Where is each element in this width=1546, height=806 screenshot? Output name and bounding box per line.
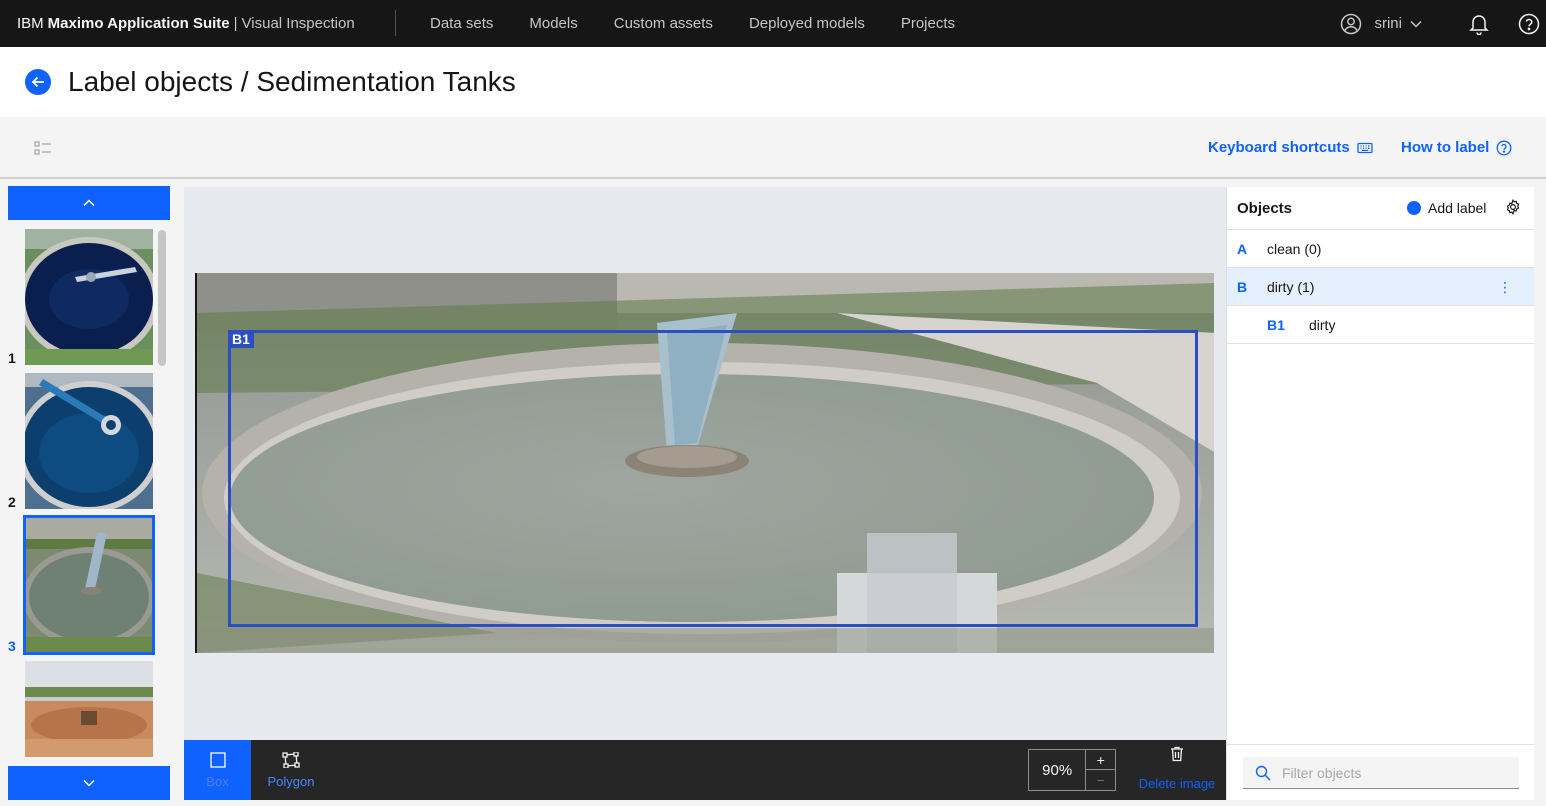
zoom-buttons: + − bbox=[1086, 750, 1115, 790]
filter-objects-field bbox=[1243, 757, 1519, 789]
top-nav: IBM Maximo Application Suite | Visual In… bbox=[0, 0, 1546, 47]
title-bar: Label objects / Sedimentation Tanks bbox=[0, 47, 1546, 117]
zoom-out-button[interactable]: − bbox=[1086, 770, 1115, 790]
keyboard-shortcuts-label: Keyboard shortcuts bbox=[1208, 139, 1350, 156]
thumbnail-image-1[interactable] bbox=[25, 229, 153, 365]
tank-photo-2 bbox=[25, 373, 153, 509]
object-name: dirty bbox=[1309, 316, 1336, 333]
brand-prefix: IBM bbox=[17, 15, 44, 32]
bounding-box-b1[interactable]: B1 bbox=[228, 330, 1198, 627]
thumbnail-number-2: 2 bbox=[8, 494, 16, 510]
delete-image-label: Delete image bbox=[1138, 776, 1216, 791]
tank-photo-1 bbox=[25, 229, 153, 365]
arrow-left-icon bbox=[31, 76, 44, 88]
object-key: B bbox=[1237, 278, 1248, 295]
back-button[interactable] bbox=[25, 69, 51, 95]
polygon-tool-label: Polygon bbox=[267, 773, 315, 789]
keyboard-icon bbox=[1357, 142, 1373, 153]
label-color-dot bbox=[1407, 201, 1421, 215]
trash-icon bbox=[1171, 746, 1183, 762]
polygon-tool-button[interactable]: Polygon bbox=[256, 740, 326, 800]
nav-item-deployed-models[interactable]: Deployed models bbox=[731, 0, 883, 47]
bell-icon bbox=[1469, 14, 1489, 35]
add-label-text: Add label bbox=[1428, 200, 1487, 216]
notification-button[interactable] bbox=[1468, 13, 1490, 35]
delete-image-button[interactable]: Delete image bbox=[1136, 746, 1218, 798]
box-tool-button[interactable]: Box bbox=[184, 740, 251, 800]
user-avatar-icon bbox=[1341, 13, 1362, 34]
nav-item-custom-assets[interactable]: Custom assets bbox=[596, 0, 731, 47]
tank-photo-3 bbox=[25, 517, 153, 653]
nav-item-projects[interactable]: Projects bbox=[883, 0, 973, 47]
overflow-menu-icon[interactable]: ⋮ bbox=[1498, 279, 1512, 296]
filter-objects-input[interactable] bbox=[1282, 764, 1502, 781]
help-icon bbox=[1518, 13, 1540, 34]
chevron-down-icon bbox=[83, 779, 95, 787]
thumbnail-image-2[interactable] bbox=[25, 373, 153, 509]
nav-divider bbox=[395, 10, 396, 36]
nav-item-data-sets[interactable]: Data sets bbox=[412, 0, 511, 47]
object-row-clean[interactable]: A clean (0) bbox=[1227, 230, 1534, 268]
brand-separator: | bbox=[233, 15, 238, 32]
object-name: clean (0) bbox=[1267, 240, 1322, 257]
add-label-button[interactable]: Add label bbox=[1407, 200, 1486, 216]
gear-icon bbox=[1506, 198, 1520, 216]
user-menu[interactable]: srini bbox=[1340, 13, 1434, 35]
nav-item-models[interactable]: Models bbox=[511, 0, 595, 47]
thumbnail-number-1: 1 bbox=[8, 350, 16, 366]
box-tool-label: Box bbox=[206, 773, 229, 789]
help-icon bbox=[1496, 140, 1512, 155]
object-name: dirty (1) bbox=[1267, 278, 1315, 295]
thumbnail-scroll-down-button[interactable] bbox=[8, 766, 170, 800]
chevron-down-icon bbox=[1410, 20, 1422, 28]
product-name: Visual Inspection bbox=[241, 15, 355, 32]
label-settings-button[interactable] bbox=[1505, 198, 1521, 220]
image-frame: B1 bbox=[195, 273, 1214, 653]
object-key: A bbox=[1237, 240, 1248, 257]
nav-right: srini bbox=[1340, 0, 1546, 47]
labeling-canvas[interactable]: B1 bbox=[184, 187, 1226, 740]
help-button[interactable] bbox=[1518, 13, 1540, 35]
thumbnail-image-4[interactable] bbox=[25, 661, 153, 757]
thumbnail-strip: 1 2 3 bbox=[0, 180, 180, 806]
object-key: B1 bbox=[1267, 316, 1285, 333]
object-row-dirty[interactable]: B dirty (1) ⋮ bbox=[1227, 268, 1534, 306]
thumbnail-number-3: 3 bbox=[8, 638, 16, 654]
zoom-in-button[interactable]: + bbox=[1086, 750, 1115, 770]
objects-title: Objects bbox=[1237, 199, 1293, 217]
toolbar: Keyboard shortcuts How to label bbox=[0, 117, 1546, 179]
how-to-label-link[interactable]: How to label bbox=[1401, 139, 1512, 156]
search-icon bbox=[1255, 765, 1271, 780]
thumbnail-scrollbar[interactable] bbox=[158, 230, 166, 366]
polygon-icon bbox=[282, 751, 300, 768]
list-settings-icon bbox=[34, 141, 51, 155]
chevron-up-icon bbox=[83, 199, 95, 207]
zoom-control: 90% + − bbox=[1028, 749, 1116, 791]
thumbnail-scroll-up-button[interactable] bbox=[8, 186, 170, 220]
objects-header: Objects bbox=[1227, 187, 1534, 230]
how-to-label-label: How to label bbox=[1401, 139, 1490, 156]
drawing-toolbar: Box Polygon 90% + − Delete image bbox=[184, 740, 1226, 800]
objects-panel: Objects Add label A clean (0) B dirty (1… bbox=[1226, 187, 1534, 800]
nav-menu: Data sets Models Custom assets Deployed … bbox=[412, 0, 973, 47]
square-icon bbox=[209, 751, 226, 768]
keyboard-shortcuts-link[interactable]: Keyboard shortcuts bbox=[1208, 139, 1373, 156]
page-title: Label objects / Sedimentation Tanks bbox=[68, 66, 516, 97]
user-name: srini bbox=[1374, 15, 1402, 32]
thumbnail-image-3[interactable] bbox=[23, 515, 155, 655]
brand[interactable]: IBM Maximo Application Suite | Visual In… bbox=[0, 0, 355, 47]
bounding-box-tag: B1 bbox=[228, 330, 254, 348]
panel-divider bbox=[1227, 744, 1534, 745]
list-settings-button[interactable] bbox=[33, 139, 53, 157]
tank-photo-4 bbox=[25, 661, 153, 757]
zoom-level[interactable]: 90% bbox=[1029, 750, 1087, 790]
brand-name: Maximo Application Suite bbox=[47, 15, 230, 32]
object-row-b1[interactable]: B1 dirty bbox=[1227, 306, 1534, 344]
